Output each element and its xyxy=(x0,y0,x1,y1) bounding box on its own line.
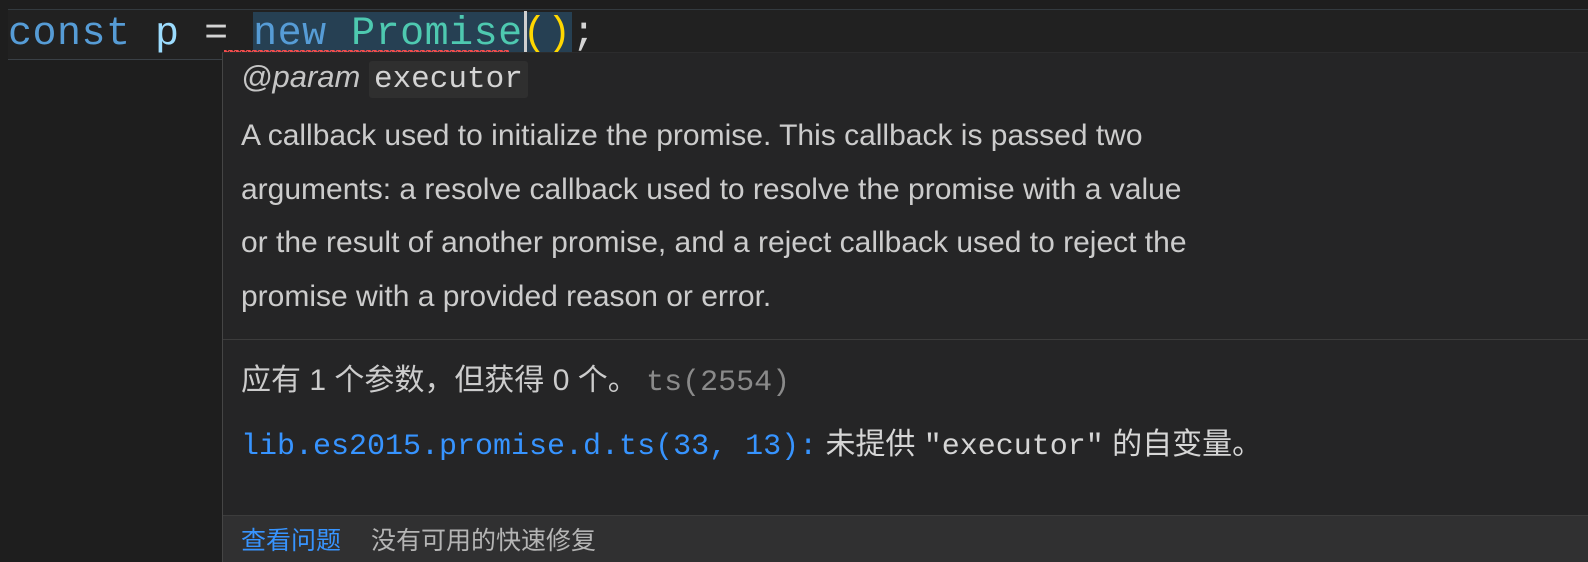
diagnostic-row-related: lib.es2015.promise.d.ts(33, 13): 未提供 "ex… xyxy=(241,414,1570,478)
param-description: A callback used to initialize the promis… xyxy=(241,119,1187,313)
diagnostic-spacer-1 xyxy=(638,364,646,397)
diagnostic-spacer-4 xyxy=(1104,428,1112,461)
code-token-variable-p: p xyxy=(155,12,180,57)
diagnostic-row-primary: 应有 1 个参数，但获得 0 个。 ts(2554) xyxy=(241,350,1570,414)
view-problem-link[interactable]: 查看问题 xyxy=(241,521,341,557)
code-editor[interactable]: const p = new Promise(); @param executor… xyxy=(0,0,1588,562)
code-token-keyword-const: const xyxy=(8,12,131,57)
code-space-2 xyxy=(180,10,205,59)
diagnostic-code: ts(2554) xyxy=(646,366,791,400)
diagnostic-message: 应有 1 个参数，但获得 0 个。 xyxy=(241,364,638,397)
diagnostic-related-quoted: "executor" xyxy=(923,430,1104,464)
no-quickfix-label: 没有可用的快速修复 xyxy=(371,527,597,555)
param-name-code: executor xyxy=(368,61,528,98)
param-tag-label: @param xyxy=(241,59,361,94)
param-spacer xyxy=(360,59,369,94)
diagnostic-related-suffix: 的自变量。 xyxy=(1112,428,1263,461)
diagnostics-section: 应有 1 个参数，但获得 0 个。 ts(2554) lib.es2015.pr… xyxy=(223,340,1588,482)
hover-tooltip[interactable]: @param executor A callback used to initi… xyxy=(222,52,1588,562)
diagnostic-spacer-3 xyxy=(915,428,923,461)
code-space-1 xyxy=(131,10,156,59)
diagnostic-related-prefix: 未提供 xyxy=(825,428,916,461)
diagnostic-source-link[interactable]: lib.es2015.promise.d.ts(33, 13): xyxy=(241,430,817,464)
text-cursor xyxy=(524,11,527,57)
hover-status-bar: 查看问题 没有可用的快速修复 xyxy=(223,515,1588,562)
hover-content: @param executor A callback used to initi… xyxy=(223,53,1588,515)
param-section: @param executor xyxy=(223,53,1588,109)
param-signature-line: @param executor xyxy=(241,55,1570,101)
